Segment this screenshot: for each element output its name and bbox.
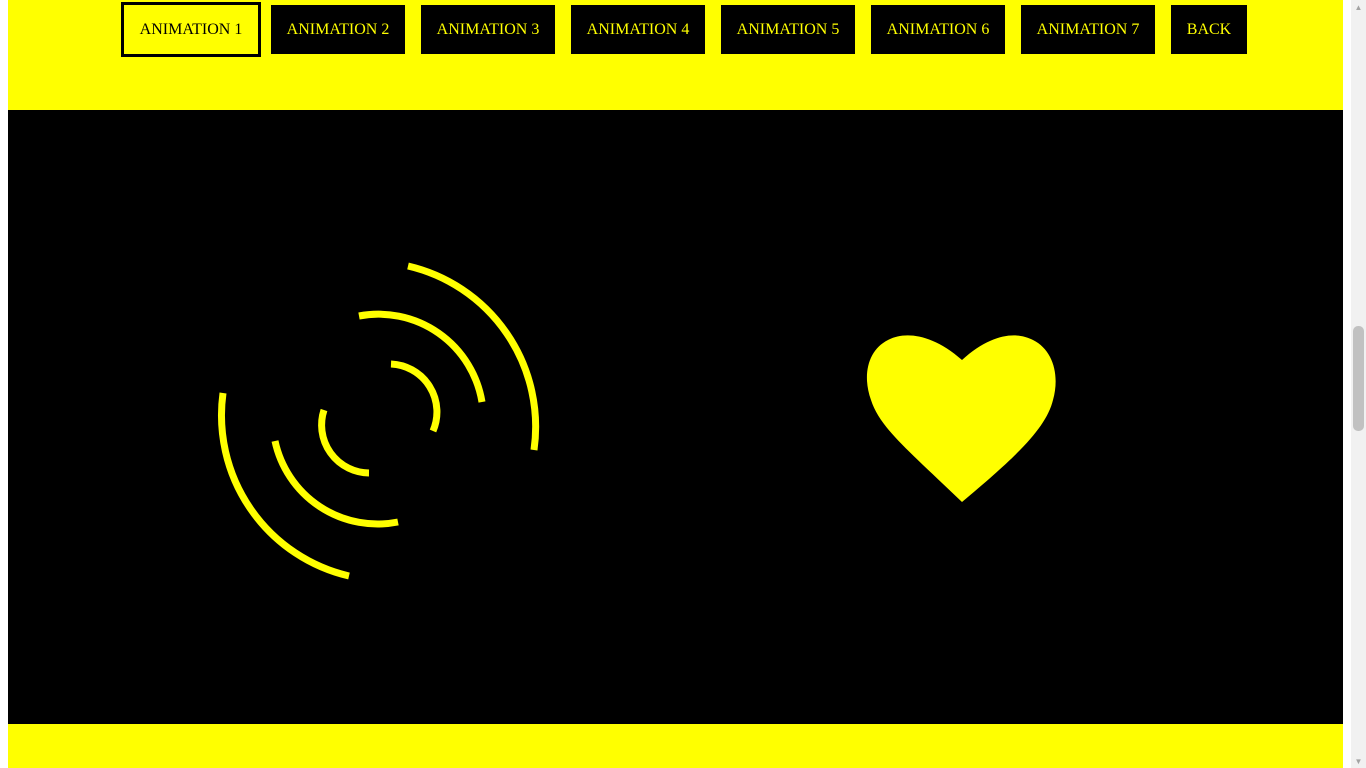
animation-6-button[interactable]: ANIMATION 6 — [871, 5, 1005, 54]
animation-5-button[interactable]: ANIMATION 5 — [721, 5, 855, 54]
animation-7-button[interactable]: ANIMATION 7 — [1021, 5, 1155, 54]
scroll-down-arrow-icon[interactable]: ▼ — [1351, 754, 1366, 768]
heart-icon — [866, 335, 1056, 502]
back-button[interactable]: BACK — [1171, 5, 1247, 54]
animation-3-button[interactable]: ANIMATION 3 — [421, 5, 555, 54]
animation-4-button[interactable]: ANIMATION 4 — [571, 5, 705, 54]
vertical-scrollbar[interactable]: ▲ ▼ — [1351, 0, 1366, 768]
animation-navbar: ANIMATION 1 ANIMATION 2 ANIMATION 3 ANIM… — [8, 0, 1343, 110]
page: ANIMATION 1 ANIMATION 2 ANIMATION 3 ANIM… — [8, 0, 1343, 768]
animation-stage — [8, 110, 1343, 724]
animation-2-button[interactable]: ANIMATION 2 — [271, 5, 405, 54]
animation-1-button[interactable]: ANIMATION 1 — [121, 2, 261, 57]
scroll-up-arrow-icon[interactable]: ▲ — [1351, 0, 1366, 14]
scroll-thumb[interactable] — [1353, 326, 1364, 431]
